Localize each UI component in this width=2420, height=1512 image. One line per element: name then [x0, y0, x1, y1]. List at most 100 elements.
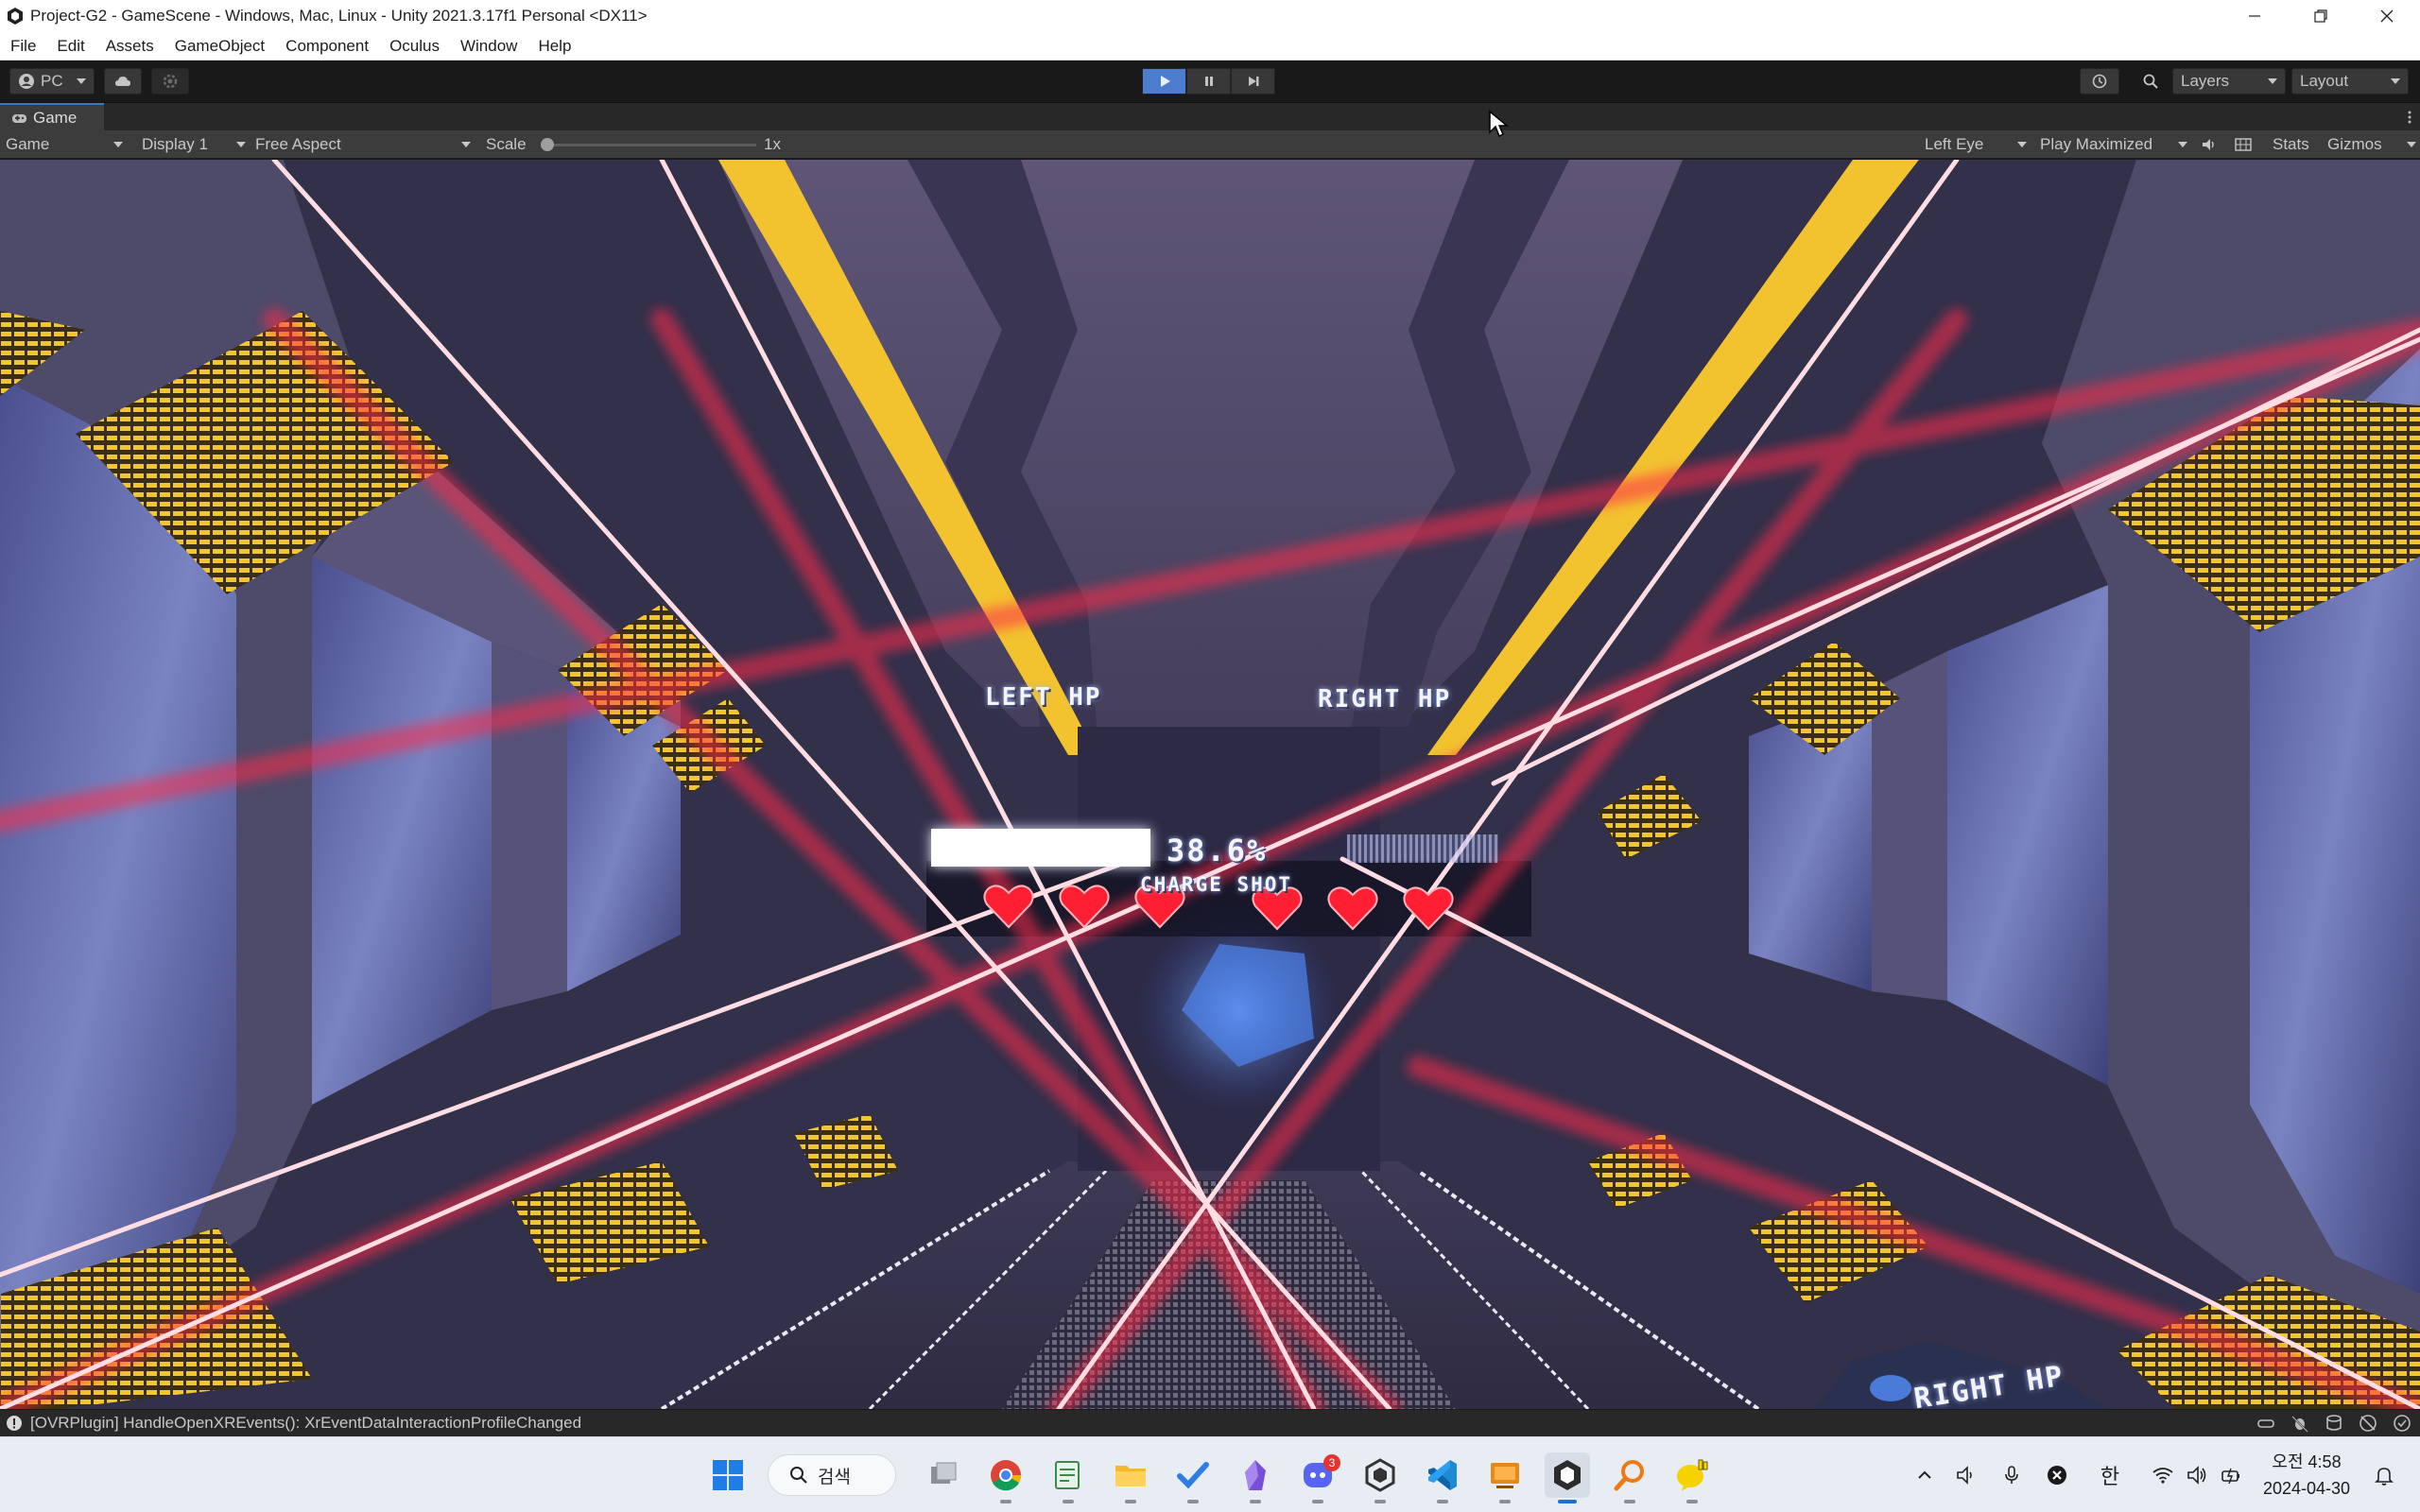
tray-xbox[interactable] [2042, 1456, 2072, 1494]
tab-game-label: Game [33, 109, 78, 127]
left-window-inner [312, 557, 492, 1105]
play-button[interactable] [1142, 68, 1186, 94]
game-viewport[interactable]: LEFT HP RIGHT HP 38.6% CHARGE SHOT RIGHT… [0, 160, 2420, 1409]
menu-window[interactable]: Window [450, 37, 527, 56]
taskbar-discord[interactable]: 3 [1295, 1452, 1340, 1503]
menu-assets[interactable]: Assets [95, 37, 164, 56]
taskbar-notepad[interactable] [1046, 1452, 1091, 1503]
history-icon [2092, 74, 2107, 89]
notifications-button[interactable] [2369, 1456, 2399, 1494]
unity-hub-icon [1365, 1458, 1395, 1492]
chevron-down-icon [113, 142, 123, 147]
gizmos-dropdown[interactable]: Gizmos [2327, 130, 2416, 159]
right-hp-heart-icon [1403, 885, 1454, 931]
taskbar-search-everything[interactable] [1607, 1452, 1652, 1503]
console-message: [OVRPlugin] HandleOpenXREvents(): XrEven… [30, 1414, 582, 1432]
account-dropdown[interactable]: PC [9, 68, 95, 94]
taskbar-unity-editor[interactable] [1545, 1452, 1590, 1503]
close-button[interactable] [2354, 0, 2420, 32]
chevron-down-icon [2178, 142, 2187, 147]
menu-help[interactable]: Help [527, 37, 581, 56]
grid-icon [2235, 138, 2252, 151]
step-button[interactable] [1231, 68, 1275, 94]
search-icon [790, 1467, 807, 1484]
tray-battery[interactable] [2216, 1456, 2246, 1494]
taskbar-search[interactable]: 검색 [768, 1454, 896, 1496]
taskbar-todo[interactable] [1170, 1452, 1216, 1503]
cache-icon[interactable] [2324, 1413, 2344, 1434]
charge-shot-label: CHARGE SHOT [1140, 873, 1293, 896]
start-button[interactable] [705, 1452, 751, 1498]
menu-file[interactable]: File [0, 37, 46, 56]
taskbar-clock[interactable]: 오전 4:58 2024-04-30 [2257, 1449, 2356, 1502]
wifi-icon [2152, 1468, 2173, 1484]
menu-bar: File Edit Assets GameObject Component Oc… [0, 32, 2420, 60]
chrome-icon [991, 1460, 1022, 1491]
layout-label: Layout [2300, 72, 2349, 90]
tray-volume[interactable] [2182, 1456, 2212, 1494]
view-mode-dropdown[interactable]: Game [6, 130, 123, 159]
autogen-lighting-icon[interactable] [2358, 1413, 2378, 1434]
taskbar-vscode[interactable] [1420, 1452, 1465, 1503]
volume-icon [2187, 1466, 2206, 1485]
tray-wifi[interactable] [2148, 1456, 2178, 1494]
display-label: Display 1 [142, 135, 208, 153]
layers-dropdown[interactable]: Layers [2172, 68, 2286, 94]
scale-label: Scale [486, 135, 527, 153]
task-view-button[interactable] [921, 1452, 966, 1498]
play-mode-dropdown[interactable]: Play Maximized [2040, 130, 2187, 159]
ime-indicator[interactable]: 한 [2093, 1456, 2127, 1494]
tray-microphone[interactable] [1996, 1456, 2027, 1494]
menu-gameobject[interactable]: GameObject [164, 37, 275, 56]
collab-button[interactable] [151, 68, 189, 94]
minimize-icon [2249, 15, 2260, 17]
layout-dropdown[interactable]: Layout [2291, 68, 2409, 94]
kebab-menu-icon[interactable] [2407, 109, 2412, 126]
scale-slider-handle[interactable] [541, 138, 554, 151]
game-view-controls: Game Display 1 Free Aspect Scale 1x Left… [0, 130, 2420, 159]
debug-icon[interactable] [2290, 1413, 2310, 1434]
menu-edit[interactable]: Edit [46, 37, 95, 56]
menu-component[interactable]: Component [275, 37, 379, 56]
tab-game[interactable]: Game [0, 103, 104, 131]
taskbar-obsidian[interactable] [1233, 1452, 1278, 1503]
play-icon [1160, 76, 1170, 87]
charge-shot-fill [931, 829, 1150, 867]
mute-audio-button[interactable] [2199, 130, 2220, 159]
obsidian-icon [1245, 1460, 1266, 1490]
layers-label: Layers [2181, 72, 2230, 90]
scale-value: 1x [764, 135, 781, 153]
cloud-button[interactable] [104, 68, 142, 94]
display-dropdown[interactable]: Display 1 [142, 130, 246, 159]
close-icon [2380, 9, 2394, 23]
game-tab-bar: Game [0, 102, 2420, 131]
close-circle-icon [2048, 1466, 2066, 1485]
taskbar-file-explorer[interactable] [1108, 1452, 1153, 1503]
keyboard-shortcuts-button[interactable] [2233, 130, 2254, 159]
minimize-button[interactable] [2221, 0, 2288, 32]
scale-slider[interactable] [543, 144, 756, 146]
check-circle-icon[interactable] [2392, 1413, 2412, 1434]
info-icon [7, 1416, 22, 1431]
aspect-dropdown[interactable]: Free Aspect [255, 130, 471, 159]
network-icon[interactable] [2256, 1413, 2276, 1434]
menu-oculus[interactable]: Oculus [379, 37, 450, 56]
restore-button[interactable] [2288, 0, 2354, 32]
eye-label: Left Eye [1925, 135, 1984, 153]
taskbar-unity-hub[interactable] [1357, 1452, 1403, 1503]
step-icon [1248, 77, 1258, 86]
taskbar-chrome[interactable] [983, 1452, 1028, 1503]
eye-dropdown[interactable]: Left Eye [1925, 130, 2027, 159]
taskbar-slides[interactable] [1482, 1452, 1528, 1503]
undo-history-button[interactable] [2080, 68, 2119, 94]
restore-icon [2314, 9, 2327, 23]
stats-toggle[interactable]: Stats [2273, 130, 2309, 159]
console-status-bar[interactable]: [OVRPlugin] HandleOpenXREvents(): XrEven… [0, 1409, 2420, 1436]
taskbar-kakaotalk[interactable] [1669, 1452, 1715, 1503]
tray-audio-app[interactable] [1951, 1456, 1981, 1494]
tray-overflow-button[interactable] [1910, 1456, 1940, 1494]
vscode-icon [1428, 1460, 1457, 1490]
account-icon [19, 74, 34, 89]
search-button[interactable] [2131, 68, 2170, 94]
pause-button[interactable] [1186, 68, 1231, 94]
